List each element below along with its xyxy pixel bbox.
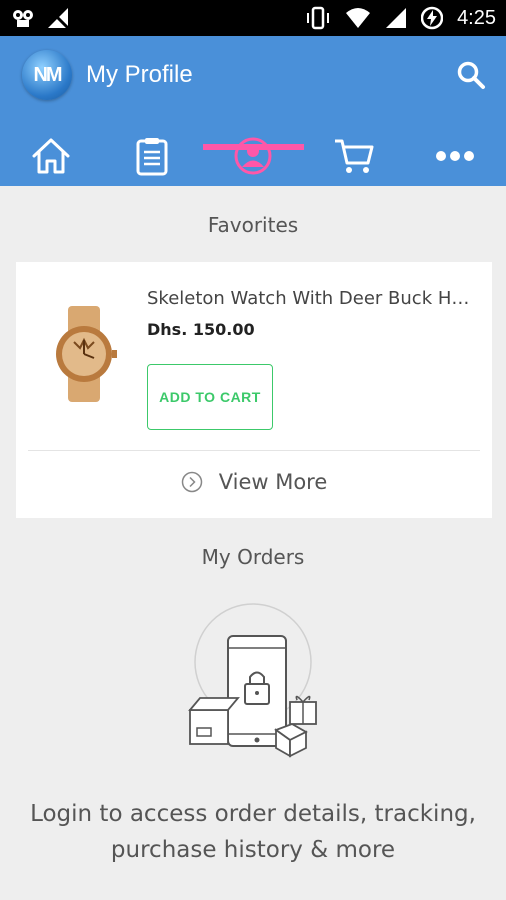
chevron-right-circle-icon [181, 471, 202, 493]
favorite-product-card: Skeleton Watch With Deer Buck Head Dhs. … [16, 262, 492, 518]
status-time: 4:25 [457, 6, 496, 29]
locked-phone-illustration [188, 603, 317, 758]
android-debug-icon [13, 10, 33, 27]
product-price: Dhs. 150.00 [147, 320, 255, 339]
view-more-button[interactable]: View More [16, 458, 492, 506]
cart-icon [335, 139, 374, 173]
tab-more[interactable] [405, 126, 506, 186]
product-image[interactable] [44, 306, 124, 402]
battery-charging-icon [421, 6, 444, 30]
favorites-title: Favorites [207, 213, 299, 237]
tab-orders[interactable] [101, 126, 202, 186]
orders-title: My Orders [201, 545, 305, 569]
product-name[interactable]: Skeleton Watch With Deer Buck Head [147, 288, 477, 309]
search-icon[interactable] [456, 60, 486, 90]
tab-selected-indicator [203, 144, 304, 150]
view-more-label: View More [218, 470, 328, 494]
vibrate-icon [307, 6, 330, 30]
login-message: Login to access order details, tracking,… [30, 801, 476, 863]
no-signal-icon [48, 8, 70, 30]
tab-home[interactable] [0, 126, 101, 186]
page-title: My Profile [86, 61, 193, 88]
wifi-icon [346, 8, 371, 28]
app-logo: NM [22, 50, 72, 100]
profile-icon [234, 137, 272, 175]
home-icon [32, 138, 70, 174]
more-icon [436, 151, 475, 161]
app-bar: NM My Profile [0, 36, 506, 186]
tab-profile[interactable] [202, 126, 303, 186]
status-bar: 4:25 [0, 0, 506, 36]
clipboard-icon [136, 138, 168, 176]
logo-text: NM [33, 64, 62, 86]
divider [28, 450, 480, 451]
tab-cart[interactable] [304, 126, 405, 186]
signal-icon [386, 8, 407, 28]
add-to-cart-button[interactable]: ADD TO CART [147, 364, 273, 430]
tab-bar [0, 126, 506, 186]
